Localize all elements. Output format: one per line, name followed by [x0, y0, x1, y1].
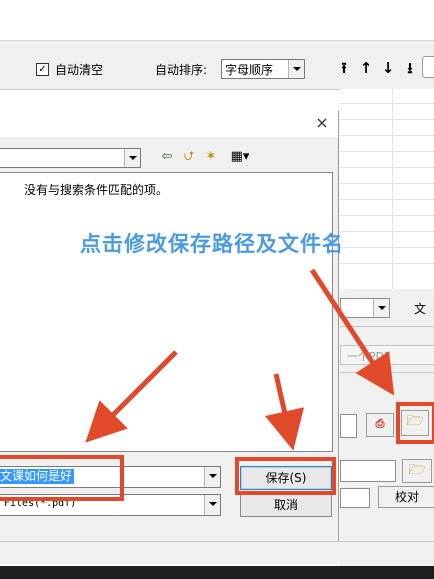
arrow-to-folder — [309, 268, 395, 396]
arrow-to-filename — [85, 350, 178, 443]
annotation-arrows — [85, 268, 395, 451]
arrow-to-save — [264, 373, 305, 451]
